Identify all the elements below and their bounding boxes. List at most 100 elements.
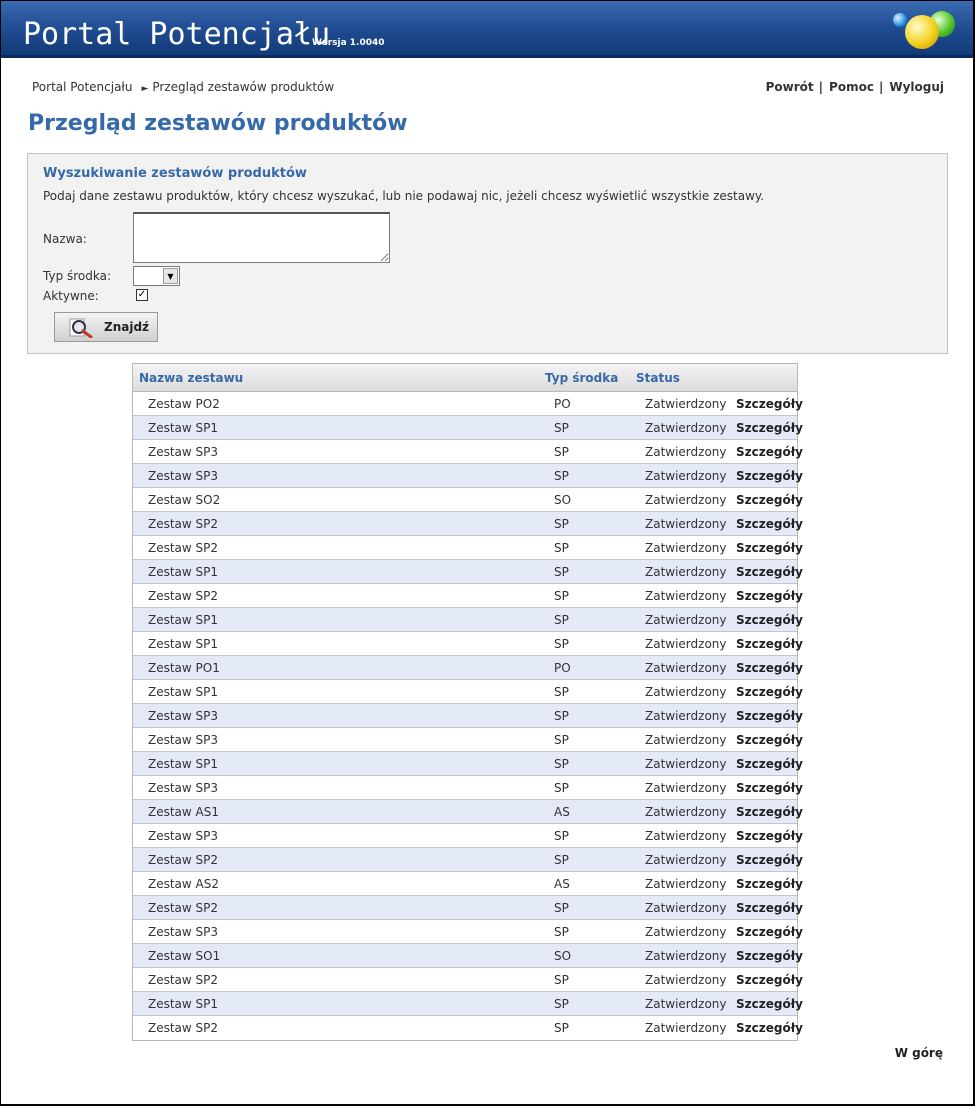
cell-status: Zatwierdzony [645, 949, 727, 963]
table-row: Zestaw SP2 SP Zatwierdzony Szczegóły [133, 968, 803, 992]
back-link[interactable]: Powrót [766, 80, 814, 94]
active-checkbox[interactable]: ✓ [136, 289, 148, 301]
logout-link[interactable]: Wyloguj [889, 80, 944, 94]
details-link[interactable]: Szczegóły [736, 973, 803, 987]
details-link[interactable]: Szczegóły [736, 781, 803, 795]
details-link[interactable]: Szczegóły [736, 565, 803, 579]
table-row: Zestaw SP1 SP Zatwierdzony Szczegóły [133, 608, 803, 632]
cell-status: Zatwierdzony [645, 853, 727, 867]
table-row: Zestaw SP2 SP Zatwierdzony Szczegóły [133, 896, 803, 920]
details-link[interactable]: Szczegóły [736, 925, 803, 939]
cell-name: Zestaw SO2 [148, 493, 221, 507]
cell-status: Zatwierdzony [645, 925, 727, 939]
details-link[interactable]: Szczegóły [736, 421, 803, 435]
active-label: Aktywne: [43, 289, 99, 303]
table-row: Zestaw SP3 SP Zatwierdzony Szczegóły [133, 824, 803, 848]
details-link[interactable]: Szczegóły [736, 613, 803, 627]
details-link[interactable]: Szczegóły [736, 829, 803, 843]
cell-name: Zestaw SO1 [148, 949, 221, 963]
breadcrumb: Portal Potencjału ► Przegląd zestawów prod… [32, 80, 334, 94]
table-row: Zestaw SP2 SP Zatwierdzony Szczegóły [133, 848, 803, 872]
search-panel: Wyszukiwanie zestawów produktów Podaj da… [27, 153, 948, 354]
column-header-name[interactable]: Nazwa zestawu [139, 371, 243, 385]
type-label: Typ środka: [43, 269, 112, 283]
cell-type: SP [554, 853, 569, 867]
cell-name: Zestaw SP1 [148, 637, 219, 651]
link-separator: | [878, 80, 884, 94]
table-row: Zestaw SO2 SO Zatwierdzony Szczegóły [133, 488, 803, 512]
details-link[interactable]: Szczegóły [736, 949, 803, 963]
table-row: Zestaw AS1 AS Zatwierdzony Szczegóły [133, 800, 803, 824]
breadcrumb-current: Przegląd zestawów produktów [152, 80, 335, 94]
cell-type: SP [554, 445, 569, 459]
cell-status: Zatwierdzony [645, 589, 727, 603]
details-link[interactable]: Szczegóły [736, 709, 803, 723]
details-link[interactable]: Szczegóły [736, 493, 803, 507]
cell-name: Zestaw SP2 [148, 973, 219, 987]
cell-status: Zatwierdzony [645, 541, 727, 555]
app-header: Portal Potencjału Wersja 1.0040 [1, 1, 973, 58]
top-links: Powrót | Pomoc | Wyloguj [766, 80, 944, 94]
name-input[interactable] [133, 212, 390, 263]
cell-type: SP [554, 565, 569, 579]
name-label: Nazwa: [43, 232, 87, 246]
cell-name: Zestaw PO2 [148, 397, 220, 411]
find-button[interactable]: Znajdź [54, 312, 158, 342]
cell-status: Zatwierdzony [645, 445, 727, 459]
table-row: Zestaw SP2 SP Zatwierdzony Szczegóły [133, 536, 803, 560]
back-to-top-link[interactable]: W górę [895, 1046, 943, 1060]
details-link[interactable]: Szczegóły [736, 1021, 803, 1035]
cell-type: SO [554, 493, 572, 507]
details-link[interactable]: Szczegóły [736, 469, 803, 483]
details-link[interactable]: Szczegóły [736, 517, 803, 531]
cell-name: Zestaw SP2 [148, 901, 219, 915]
cell-type: PO [554, 661, 571, 675]
cell-status: Zatwierdzony [645, 997, 727, 1011]
details-link[interactable]: Szczegóły [736, 805, 803, 819]
details-link[interactable]: Szczegóły [736, 877, 803, 891]
browser-page: Portal Potencjału Wersja 1.0040 Portal P… [1, 1, 973, 1104]
cell-type: SP [554, 685, 569, 699]
table-row: Zestaw SP1 SP Zatwierdzony Szczegóły [133, 752, 803, 776]
details-link[interactable]: Szczegóły [736, 901, 803, 915]
table-row: Zestaw SP1 SP Zatwierdzony Szczegóły [133, 680, 803, 704]
details-link[interactable]: Szczegóły [736, 397, 803, 411]
cell-name: Zestaw SP1 [148, 421, 219, 435]
cell-type: SO [554, 949, 572, 963]
dropdown-arrow-icon[interactable]: ▼ [163, 268, 178, 284]
cell-status: Zatwierdzony [645, 661, 727, 675]
cell-name: Zestaw SP1 [148, 757, 219, 771]
cell-type: SP [554, 829, 569, 843]
cell-name: Zestaw SP3 [148, 469, 219, 483]
cell-type: SP [554, 1021, 569, 1035]
breadcrumb-home-link[interactable]: Portal Potencjału [32, 80, 132, 94]
cell-type: SP [554, 901, 569, 915]
type-select[interactable]: ▼ [133, 266, 180, 286]
cell-status: Zatwierdzony [645, 733, 727, 747]
details-link[interactable]: Szczegóły [736, 757, 803, 771]
details-link[interactable]: Szczegóły [736, 733, 803, 747]
cell-type: SP [554, 589, 569, 603]
details-link[interactable]: Szczegóły [736, 541, 803, 555]
details-link[interactable]: Szczegóły [736, 853, 803, 867]
details-link[interactable]: Szczegóły [736, 685, 803, 699]
table-row: Zestaw SP2 SP Zatwierdzony Szczegóły [133, 512, 803, 536]
cell-name: Zestaw SP3 [148, 925, 219, 939]
details-link[interactable]: Szczegóły [736, 445, 803, 459]
details-link[interactable]: Szczegóły [736, 589, 803, 603]
yellow-ball-icon [905, 15, 939, 49]
details-link[interactable]: Szczegóły [736, 661, 803, 675]
table-row: Zestaw PO2 PO Zatwierdzony Szczegóły [133, 392, 803, 416]
column-header-status[interactable]: Status [636, 371, 680, 385]
help-link[interactable]: Pomoc [829, 80, 874, 94]
cell-type: SP [554, 637, 569, 651]
details-link[interactable]: Szczegóły [736, 997, 803, 1011]
cell-name: Zestaw SP3 [148, 709, 219, 723]
cell-name: Zestaw SP3 [148, 733, 219, 747]
cell-status: Zatwierdzony [645, 973, 727, 987]
cell-name: Zestaw AS2 [148, 877, 220, 891]
app-title: Portal Potencjału [23, 17, 331, 52]
details-link[interactable]: Szczegóły [736, 637, 803, 651]
cell-type: SP [554, 517, 569, 531]
column-header-type[interactable]: Typ środka [545, 371, 618, 385]
